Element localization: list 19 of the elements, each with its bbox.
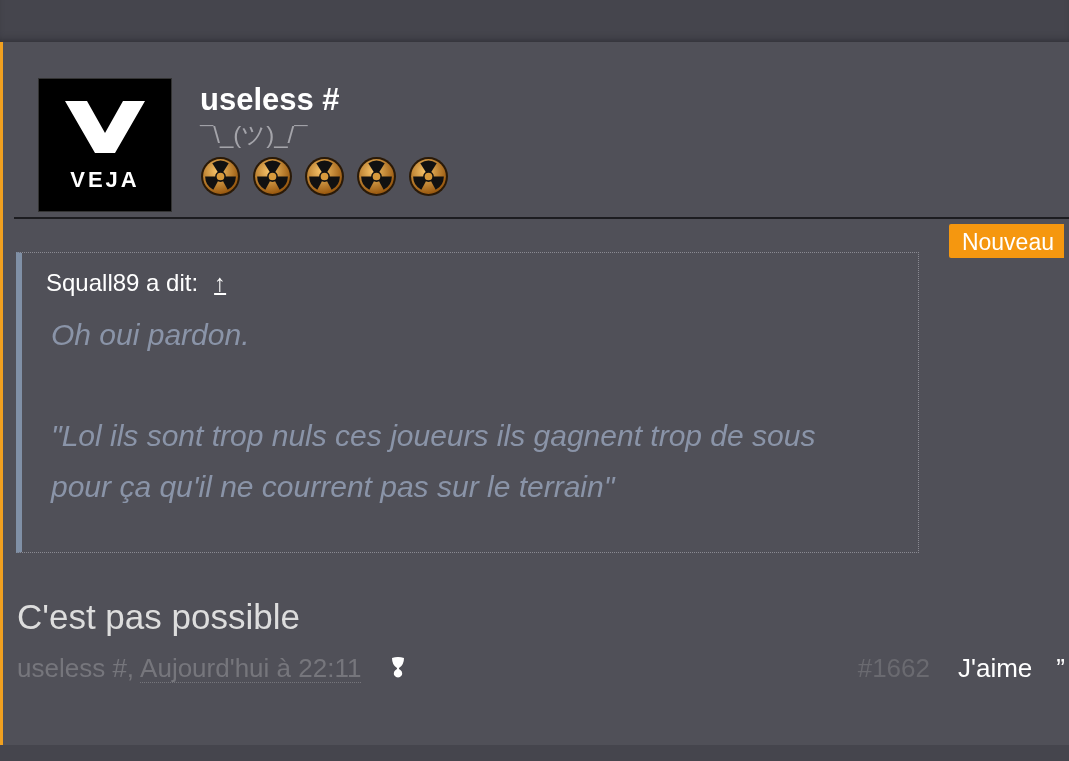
v-logo-icon: [65, 99, 145, 155]
radiation-medal-icon: [304, 156, 345, 197]
new-badge: Nouveau: [948, 224, 1064, 258]
author-name[interactable]: useless #: [200, 80, 449, 120]
message-text: C'est pas possible: [17, 596, 301, 638]
like-link[interactable]: J'aime: [958, 651, 1033, 685]
avatar-logo-text: VEJA: [70, 169, 140, 191]
quote-attribution: Squall89 a dit:: [46, 269, 199, 297]
quote-text: Oh oui pardon.: [51, 317, 251, 353]
jump-link[interactable]: ↑: [214, 269, 227, 297]
quote-text: "Lol ils sont trop nuls ces joueurs ils gagnent trop de sous pour ça qu'il ne courrent pas sur le terrain": [51, 418, 817, 505]
radiation-medal-icon: [252, 156, 293, 197]
quote-link[interactable]: ”: [1056, 651, 1065, 685]
radiation-medal-icon: [356, 156, 397, 197]
radiation-medal-icon: [200, 156, 241, 197]
avatar[interactable]: VEJA: [38, 78, 172, 212]
radiation-medal-icon: [408, 156, 449, 197]
user-title: ¯\_(ツ)_/¯: [200, 120, 309, 150]
pin-icon[interactable]: [391, 656, 406, 680]
